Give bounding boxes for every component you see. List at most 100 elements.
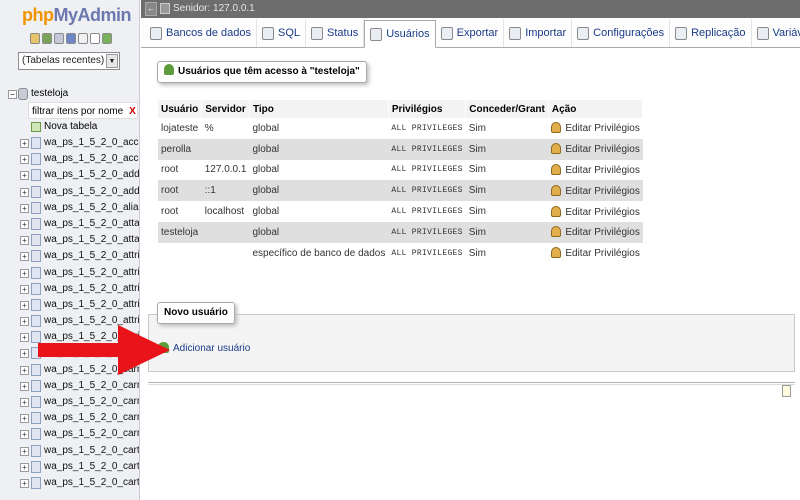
table-node[interactable]: +wa_ps_1_5_2_0_address_ (0, 184, 139, 200)
edit-privileges-link[interactable]: Editar Privilégios (548, 138, 643, 160)
tab-wrench[interactable]: Configurações (572, 19, 671, 47)
expand-icon[interactable]: + (20, 219, 29, 229)
collapse-icon[interactable]: − (8, 90, 17, 99)
table-node[interactable]: +wa_ps_1_5_2_0_carrier_ta (0, 410, 139, 426)
table-node[interactable]: + wa_ps_1_5_2_0_cart (0, 443, 139, 459)
document-icon[interactable] (90, 33, 100, 44)
table-node[interactable]: +wa_ps_1_5_2_0_carrier (0, 345, 139, 361)
recent-tables-select[interactable]: (Tabelas recentes) ... ▼ (18, 52, 120, 70)
table-node[interactable]: +wa_ps_1_5_2_0_access (0, 135, 139, 151)
table-header-row: Usuário Servidor Tipo Privilégios Conceder/G… (158, 100, 644, 118)
expand-icon[interactable]: + (20, 446, 29, 456)
export-icon (440, 26, 453, 40)
tab-variables[interactable]: Variáveis (752, 19, 800, 47)
expand-icon[interactable]: + (20, 300, 29, 310)
server-icon[interactable] (42, 33, 52, 44)
edit-privileges-link[interactable]: Editar Privilégios (548, 118, 643, 139)
home-icon[interactable] (30, 33, 40, 44)
table-node[interactable]: +wa_ps_1_5_2_0_carrier_g (0, 362, 139, 378)
privileges-cell: ALL PRIVILEGES (388, 159, 466, 181)
expand-icon[interactable]: + (20, 430, 29, 440)
table-node[interactable]: + wa_ps_1_5_2_0_alias (0, 200, 139, 216)
expand-icon[interactable]: + (20, 333, 29, 343)
edit-privileges-link[interactable]: Editar Privilégios (548, 159, 643, 181)
table-icon (31, 217, 41, 230)
expand-icon[interactable]: + (20, 317, 29, 327)
edit-privileges-link[interactable]: Editar Privilégios (548, 221, 643, 243)
table-node[interactable]: +wa_ps_1_5_2_0_attribute_ (0, 281, 139, 297)
table-row: root localhost global ALL PRIVILEGES Sim Edit… (158, 201, 643, 222)
type-cell: global (249, 221, 389, 243)
table-node[interactable]: +wa_ps_1_5_2_0_attribute (0, 248, 139, 264)
table-icon (31, 363, 41, 376)
host-cell: % (201, 118, 250, 139)
table-node[interactable]: +wa_ps_1_5_2_0_address (0, 167, 139, 183)
edit-privileges-link[interactable]: Editar Privilégios (548, 180, 643, 202)
table-node[interactable]: +wa_ps_1_5_2_0_attribute (0, 329, 139, 345)
grant-cell: Sim (465, 159, 549, 181)
table-node[interactable]: +wa_ps_1_5_2_0_attachme (0, 216, 139, 232)
table-node[interactable]: +wa_ps_1_5_2_0_carrier_la (0, 378, 139, 394)
expand-icon[interactable]: + (20, 414, 29, 424)
expand-icon[interactable]: + (20, 398, 29, 407)
column-header: Ação (548, 100, 644, 118)
expand-icon[interactable]: + (20, 236, 29, 246)
server-label[interactable]: Senidor: 127.0.0.1 (173, 3, 255, 14)
database-node[interactable]: − testeloja (0, 86, 139, 102)
table-node[interactable]: +wa_ps_1_5_2_0_attribute (0, 297, 139, 313)
page-icon[interactable] (782, 385, 791, 397)
back-icon[interactable]: ← (145, 2, 157, 16)
privileges-cell: ALL PRIVILEGES (388, 242, 466, 264)
expand-icon[interactable]: + (20, 462, 29, 472)
expand-icon[interactable]: + (20, 478, 29, 488)
tab-database[interactable]: Bancos de dados (145, 19, 258, 47)
table-node[interactable]: +wa_ps_1_5_2_0_carrier_z (0, 426, 139, 442)
type-cell: global (249, 180, 389, 202)
edit-privileges-link[interactable]: Editar Privilégios (548, 201, 643, 222)
grant-cell: Sim (465, 201, 549, 222)
tab-sql[interactable]: SQL (257, 19, 307, 47)
table-node[interactable]: +wa_ps_1_5_2_0_accesso (0, 151, 139, 167)
expand-icon[interactable]: + (20, 171, 29, 181)
edit-privileges-link[interactable]: Editar Privilégios (548, 242, 643, 264)
grant-cell: Sim (465, 221, 549, 243)
table-node[interactable]: +wa_ps_1_5_2_0_attachme (0, 232, 139, 248)
expand-icon[interactable]: + (20, 203, 29, 213)
chevron-down-icon[interactable]: ▼ (106, 54, 118, 68)
edit-privileges-icon (551, 122, 562, 134)
table-node[interactable]: +wa_ps_1_5_2_0_attribute (0, 313, 139, 329)
query-icon[interactable] (54, 33, 64, 44)
expand-icon[interactable]: + (20, 139, 29, 148)
user-cell: root (158, 201, 202, 222)
expand-icon[interactable]: + (20, 349, 29, 359)
add-user-link[interactable]: Adicionar usuário (158, 342, 250, 356)
tab-users[interactable]: Usuários (364, 20, 436, 48)
expand-icon[interactable]: + (20, 381, 29, 391)
docs-icon[interactable] (78, 33, 88, 44)
tab-status[interactable]: Status (306, 19, 365, 47)
expand-icon[interactable]: + (20, 252, 29, 262)
clear-filter-icon[interactable]: X (129, 106, 136, 117)
filter-input[interactable]: filtrar itens por nome X (28, 102, 138, 119)
phpmyadmin-logo[interactable]: phpMyAdmin (22, 5, 131, 26)
privileges-cell: ALL PRIVILEGES (388, 138, 466, 160)
reload-icon[interactable] (102, 33, 112, 44)
privileges-cell: ALL PRIVILEGES (388, 180, 466, 202)
expand-icon[interactable]: + (20, 284, 29, 294)
tab-import[interactable]: Importar (504, 19, 573, 47)
tab-export[interactable]: Exportar (436, 19, 505, 47)
user-cell: perolla (158, 138, 202, 160)
table-node[interactable]: +wa_ps_1_5_2_0_cart_cart (0, 459, 139, 475)
new-table-link[interactable]: Nova tabela (0, 119, 139, 135)
expand-icon[interactable]: + (20, 187, 29, 197)
table-icon (31, 396, 41, 408)
expand-icon[interactable]: + (20, 365, 29, 375)
expand-icon[interactable]: + (20, 268, 29, 278)
info-icon[interactable] (66, 33, 76, 44)
table-node[interactable]: +wa_ps_1_5_2_0_carrier_s (0, 394, 139, 410)
table-icon (31, 379, 41, 392)
table-node[interactable]: +wa_ps_1_5_2_0_attribute_ (0, 265, 139, 281)
expand-icon[interactable]: + (20, 155, 29, 165)
table-node[interactable]: +wa_ps_1_5_2_0_cart_car (0, 475, 139, 491)
tab-replication[interactable]: Replicação (670, 19, 752, 47)
